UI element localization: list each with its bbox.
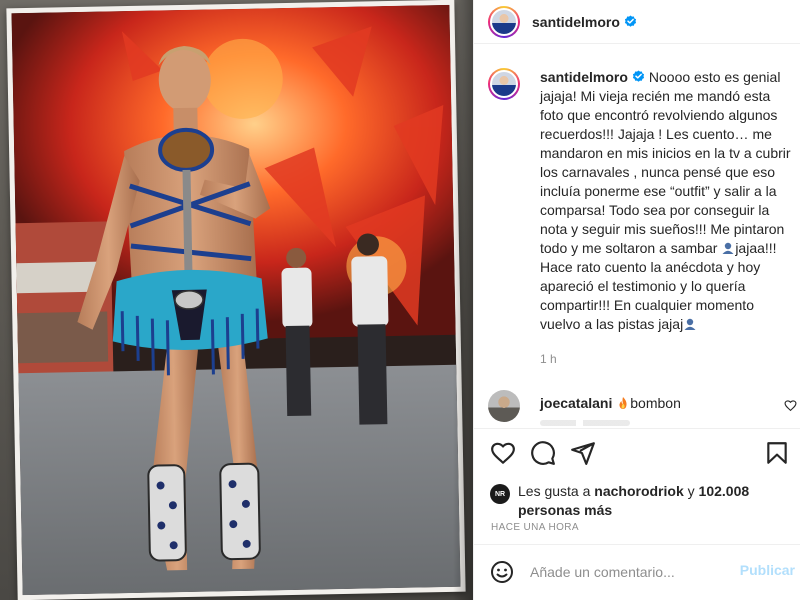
- post-header: santidelmoro: [474, 0, 800, 44]
- caption-author-avatar[interactable]: [488, 68, 520, 100]
- comment-bubble-icon: [531, 441, 555, 465]
- liker-username[interactable]: nachorodriok: [594, 483, 683, 499]
- person-emoji-icon-end: [684, 318, 696, 330]
- publish-button[interactable]: Publicar: [740, 562, 795, 578]
- action-bar: [474, 436, 800, 472]
- likes-prefix: Les gusta a: [518, 483, 591, 499]
- commenter-avatar[interactable]: [488, 390, 520, 422]
- likes-summary: NR Les gusta a nachorodriok y 102.008 pe…: [488, 482, 793, 522]
- author-avatar[interactable]: [488, 5, 520, 38]
- panel-edge-shadow: [453, 0, 473, 600]
- actions-divider: [474, 428, 800, 429]
- emoji-picker-icon[interactable]: [490, 560, 514, 584]
- carnival-photo-illustration: [11, 4, 461, 596]
- printed-photograph: [6, 0, 466, 600]
- bookmark-icon: [767, 442, 787, 464]
- like-button[interactable]: [490, 440, 516, 466]
- caption-verified-badge-icon: [632, 70, 644, 82]
- caption-author-username[interactable]: santidelmoro: [540, 69, 628, 85]
- comment-row: joecatalani bombon: [488, 390, 797, 422]
- comment-body: bombon: [630, 395, 681, 411]
- author-username[interactable]: santidelmoro: [532, 14, 620, 30]
- share-button[interactable]: [570, 440, 596, 466]
- likes-text[interactable]: Les gusta a nachorodriok y 102.008 perso…: [518, 482, 788, 520]
- caption-time-ago: 1 h: [540, 352, 557, 366]
- heart-icon: [491, 442, 515, 464]
- post-timestamp[interactable]: HACE UNA HORA: [491, 522, 579, 533]
- verified-badge-icon: [624, 15, 636, 27]
- comment-button[interactable]: [530, 440, 556, 466]
- post-sidebar: santidelmoro santidelmoro Noooo esto es g…: [473, 0, 800, 600]
- paper-plane-icon: [571, 442, 595, 465]
- post-media[interactable]: [0, 0, 473, 600]
- likes-count[interactable]: 102.008: [699, 483, 750, 499]
- likes-suffix[interactable]: personas más: [518, 502, 612, 518]
- comment-like-heart-icon[interactable]: [784, 399, 797, 412]
- liker-avatar[interactable]: NR: [490, 484, 510, 504]
- likes-middle: y: [687, 483, 695, 499]
- caption-body: Noooo esto es genial jajaja! Mi vieja re…: [540, 69, 791, 256]
- comment-composer: Publicar: [474, 545, 800, 600]
- comment-text: joecatalani bombon: [540, 395, 681, 411]
- caption-text: santidelmoro Noooo esto es genial jajaja!…: [540, 68, 796, 334]
- comment-input[interactable]: [530, 561, 730, 583]
- save-button[interactable]: [764, 440, 790, 466]
- commenter-username[interactable]: joecatalani: [540, 395, 612, 411]
- clipped-comment-meta: [540, 420, 630, 426]
- person-emoji-icon: [722, 242, 734, 254]
- fire-emoji-icon: [619, 397, 627, 409]
